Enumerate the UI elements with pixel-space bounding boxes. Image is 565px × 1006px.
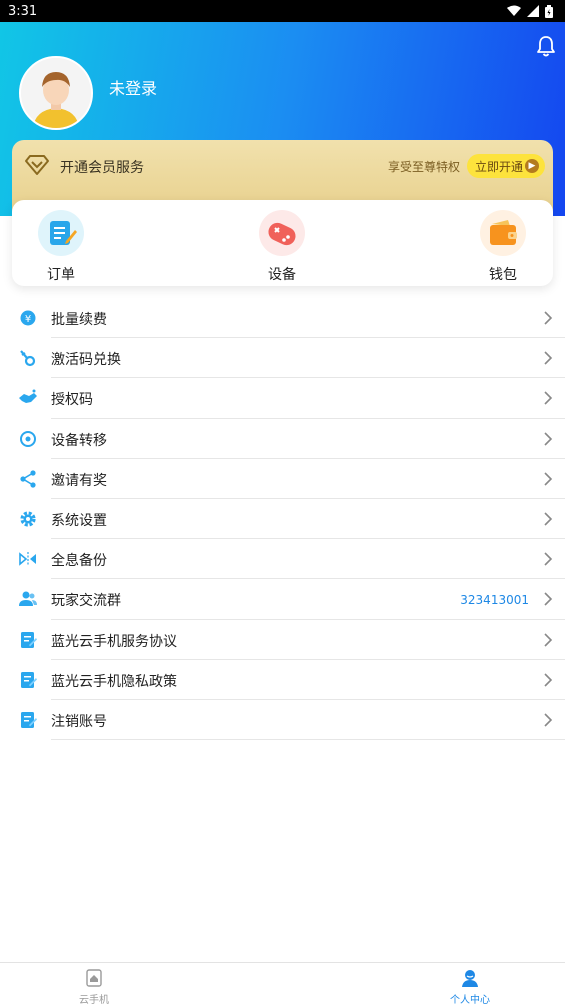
nav-tab-profile[interactable]: 个人中心: [430, 963, 510, 1006]
chevron-right-icon: [544, 512, 553, 526]
menu-item-batch-renew[interactable]: ¥ 批量续费: [0, 298, 565, 339]
quick-action-device-label: 设备: [268, 267, 296, 283]
menu-label: 授权码: [51, 392, 93, 409]
menu-item-settings[interactable]: 系统设置: [0, 499, 565, 540]
activate-vip-label: 立即开通: [475, 159, 524, 174]
quick-action-order[interactable]: 订单: [26, 200, 96, 286]
menu-label: 玩家交流群: [51, 593, 121, 610]
menu-item-delete-account[interactable]: 注销账号: [0, 700, 565, 741]
menu-item-backup[interactable]: 全息备份: [0, 539, 565, 580]
backup-icon: [19, 552, 36, 567]
chevron-right-icon: [544, 713, 553, 727]
phone-icon: [86, 969, 102, 987]
chevron-right-icon: [544, 472, 553, 486]
chevron-right-icon: [544, 673, 553, 687]
bottom-nav: 云手机 个人中心: [0, 962, 565, 1006]
menu-label: 系统设置: [51, 512, 107, 529]
notification-bell-icon[interactable]: [535, 34, 557, 58]
document-icon: [21, 711, 37, 728]
chevron-right-icon: [544, 351, 553, 365]
chevron-right-icon: [544, 311, 553, 325]
menu-item-privacy-policy[interactable]: 蓝光云手机隐私政策: [0, 660, 565, 700]
menu-value: 323413001: [460, 593, 529, 608]
menu-label: 批量续费: [51, 312, 107, 328]
share-icon: [20, 470, 36, 488]
gear-icon: [20, 511, 36, 527]
vip-title: 开通会员服务: [60, 160, 144, 176]
order-icon: [38, 210, 84, 256]
gamepad-icon: [259, 210, 305, 256]
status-time: 3:31: [8, 3, 38, 19]
avatar-image: [21, 58, 91, 128]
battery-icon: [545, 4, 553, 18]
svg-text:¥: ¥: [25, 314, 31, 325]
vip-subtitle: 享受至尊特权: [388, 160, 461, 174]
transfer-icon: [20, 430, 36, 447]
menu-item-activation-code[interactable]: 激活码兑换: [0, 338, 565, 379]
users-icon: [19, 591, 37, 607]
activate-vip-button[interactable]: 立即开通 ▶: [467, 154, 545, 178]
document-icon: [21, 631, 37, 648]
chevron-right-icon: [544, 632, 553, 647]
menu-item-auth-code[interactable]: 授权码: [0, 378, 565, 419]
menu-label: 注销账号: [51, 713, 107, 730]
menu-label: 全息备份: [51, 553, 107, 570]
menu-label: 邀请有奖: [51, 472, 107, 489]
quick-action-wallet-label: 钱包: [489, 267, 517, 283]
menu-item-service-agreement[interactable]: 蓝光云手机服务协议: [0, 620, 565, 660]
menu-item-device-transfer[interactable]: 设备转移: [0, 419, 565, 459]
quick-actions: 订单 设备 钱包: [12, 200, 553, 286]
divider: [51, 739, 565, 741]
status-icons: [507, 4, 553, 18]
username[interactable]: 未登录: [109, 75, 157, 99]
chevron-right-icon: [544, 592, 553, 606]
signal-icon: [527, 5, 539, 17]
chevron-right-icon: [544, 552, 553, 566]
chevron-right-icon: [544, 431, 553, 446]
quick-action-wallet[interactable]: 钱包: [468, 200, 538, 286]
quick-action-order-label: 订单: [47, 267, 75, 283]
wallet-icon: [480, 210, 526, 256]
wifi-icon: [507, 5, 521, 16]
status-bar: 3:31: [0, 0, 565, 22]
menu-item-player-group[interactable]: 玩家交流群 323413001: [0, 579, 565, 620]
menu-label: 蓝光云手机隐私政策: [51, 673, 177, 690]
settings-menu: ¥ 批量续费 激活码兑换 授权码 设备转移 邀请有奖 系统设置 全息备份 玩家交…: [0, 298, 565, 741]
key-icon: [20, 350, 36, 367]
arrow-right-icon: ▶: [525, 159, 539, 173]
handshake-icon: [19, 389, 37, 404]
menu-label: 蓝光云手机服务协议: [51, 633, 177, 650]
document-icon: [21, 671, 37, 688]
menu-label: 设备转移: [51, 432, 107, 449]
person-icon: [462, 970, 478, 987]
menu-item-invite[interactable]: 邀请有奖: [0, 459, 565, 499]
yen-icon: ¥: [20, 310, 36, 326]
avatar[interactable]: [19, 56, 93, 130]
chevron-right-icon: [544, 391, 553, 405]
menu-label: 激活码兑换: [51, 352, 121, 369]
nav-tab-cloud-phone[interactable]: 云手机: [54, 963, 134, 1006]
vip-crown-icon: [25, 155, 49, 175]
quick-action-device[interactable]: 设备: [247, 200, 317, 286]
